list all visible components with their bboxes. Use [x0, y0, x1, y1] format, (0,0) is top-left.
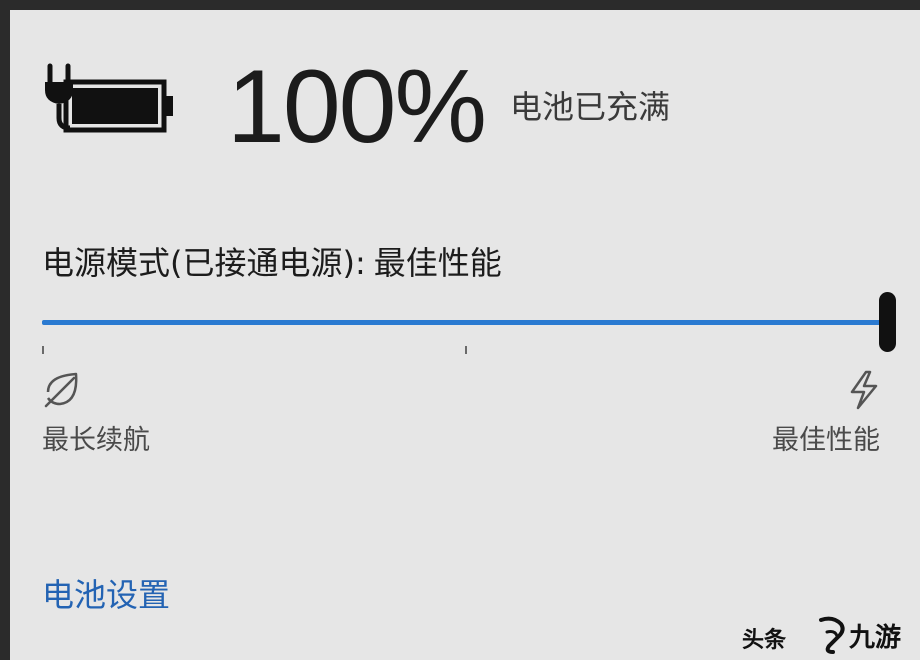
slider-left-label: 最长续航	[42, 425, 150, 456]
power-mode-slider[interactable]	[42, 292, 896, 354]
watermark: 头条 九游	[680, 612, 920, 660]
battery-fill	[72, 88, 158, 124]
slider-tick	[465, 346, 467, 354]
slider-fill	[42, 320, 887, 325]
battery-percentage: 100%	[227, 49, 487, 165]
watermark-text: 头条	[742, 628, 787, 653]
slider-right-label: 最佳性能	[772, 425, 880, 456]
leaf-icon	[44, 372, 78, 408]
battery-charging-icon	[45, 63, 173, 133]
svg-text:九游: 九游	[848, 623, 901, 653]
power-mode-title: 电源模式(已接通电源):	[42, 244, 366, 282]
battery-flyout: 100% 电池已充满 电源模式(已接通电源): 最佳性能 最长续航 最佳性能 电池…	[10, 10, 920, 660]
power-mode-value: 最佳性能	[373, 244, 502, 282]
battery-summary: 100% 电池已充满	[42, 49, 902, 168]
slider-thumb[interactable]	[879, 292, 896, 352]
lightning-icon	[850, 370, 878, 410]
jiuyou-logo: 九游	[819, 616, 901, 654]
slider-tick	[42, 346, 44, 354]
battery-status: 电池已充满	[510, 88, 671, 126]
battery-settings-link[interactable]: 电池设置	[42, 570, 170, 616]
power-mode-label: 电源模式(已接通电源): 最佳性能	[42, 238, 502, 284]
